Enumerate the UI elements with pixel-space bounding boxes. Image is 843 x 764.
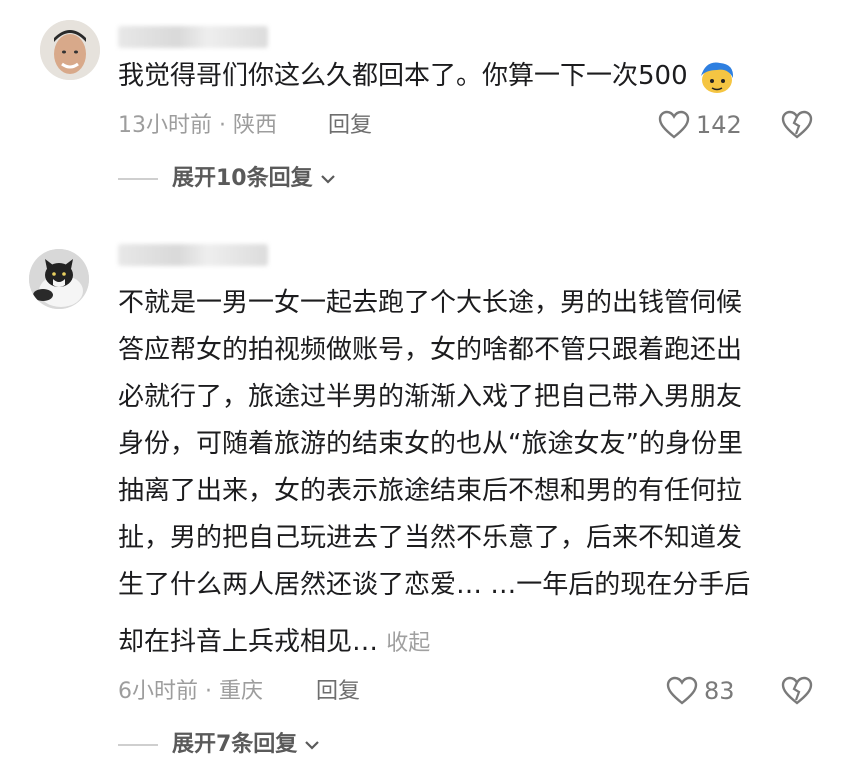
heart-icon — [666, 676, 698, 705]
comment-time-location: 6小时前 · 重庆 — [118, 679, 263, 704]
expand-replies[interactable]: 展开7条回复 — [118, 731, 321, 759]
comment-line: 抽离了出来，女的表示旅途结束后不想和男的有任何拉 — [118, 476, 743, 506]
comment-line: 身份，可随着旅游的结束女的也从“旅途女友”的身份里 — [118, 429, 743, 459]
commenter-name-blurred[interactable] — [118, 26, 268, 48]
like-button[interactable]: 142 — [658, 110, 742, 140]
dislike-button[interactable] — [781, 676, 813, 710]
like-button[interactable]: 83 — [666, 676, 735, 706]
comment-line: 扯，男的把自己玩进去了当然不乐意了，后来不知道发 — [118, 523, 743, 553]
comment-line: 生了什么两人居然还谈了恋爱… …一年后的现在分手后 — [118, 570, 751, 600]
reply-button[interactable]: 回复 — [316, 678, 360, 706]
comment-text: 我觉得哥们你这么久都回本了。你算一下一次500 — [118, 56, 736, 96]
reply-button[interactable]: 回复 — [328, 112, 372, 140]
expand-replies-label: 展开7条回复 — [172, 732, 298, 757]
like-count: 142 — [696, 111, 742, 139]
divider-line — [118, 178, 158, 180]
collapse-button[interactable]: 收起 — [386, 631, 430, 656]
expand-replies-label: 展开10条回复 — [172, 166, 313, 191]
emoji-icon — [698, 60, 736, 94]
comment-line-text: 却在抖音上兵戎相见… — [118, 627, 379, 657]
commenter-avatar[interactable] — [29, 249, 89, 309]
divider-line — [118, 744, 158, 746]
like-count: 83 — [704, 677, 735, 705]
comment-line: 必就行了，旅途过半男的渐渐入戏了把自己带入男朋友 — [118, 382, 743, 412]
comment-line: 答应帮女的拍视频做账号，女的啥都不管只跟着跑还出 — [118, 335, 743, 365]
comment-text-content: 我觉得哥们你这么久都回本了。你算一下一次500 — [118, 61, 688, 91]
broken-heart-icon — [781, 110, 813, 139]
comment-time-location: 13小时前 · 陕西 — [118, 113, 277, 138]
broken-heart-icon — [781, 676, 813, 705]
heart-icon — [658, 110, 690, 139]
chevron-down-icon — [305, 741, 320, 750]
dislike-button[interactable] — [781, 110, 813, 144]
comment-line: 不就是一男一女一起去跑了个大长途，男的出钱管伺候 — [118, 288, 743, 318]
commenter-name-blurred[interactable] — [118, 244, 268, 266]
commenter-avatar[interactable] — [40, 20, 100, 80]
expand-replies[interactable]: 展开10条回复 — [118, 165, 337, 193]
chevron-down-icon — [320, 175, 335, 184]
comment-line-last: 却在抖音上兵戎相见… 收起 — [118, 622, 430, 664]
